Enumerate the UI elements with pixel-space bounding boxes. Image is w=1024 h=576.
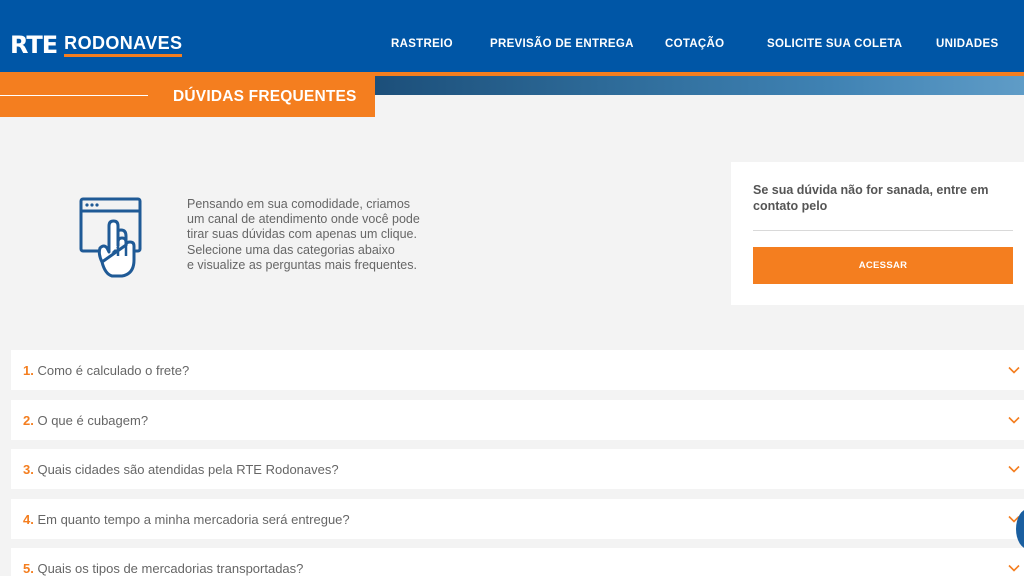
contact-text: Se sua dúvida não for sanada, entre em c… — [753, 183, 989, 213]
faq-question-text: Quais cidades são atendidas pela RTE Rod… — [37, 462, 339, 477]
nav-cotacao[interactable]: COTAÇÃO — [665, 38, 724, 50]
chevron-down-icon — [1008, 465, 1020, 473]
faq-question: 3. Quais cidades são atendidas pela RTE … — [23, 462, 339, 477]
faq-number: 2. — [23, 413, 34, 428]
faq-question: 5. Quais os tipos de mercadorias transpo… — [23, 561, 303, 576]
faq-number: 4. — [23, 512, 34, 527]
nav-unidades[interactable]: UNIDADES — [936, 38, 998, 50]
intro-line: e visualize as perguntas mais frequentes… — [187, 257, 417, 272]
top-navigation-bar: RTE RODONAVES RASTREIO PREVISÃO DE ENTRE… — [0, 0, 1024, 72]
intro-line: Pensando em sua comodidade, criamos — [187, 197, 411, 211]
faq-number: 5. — [23, 561, 34, 576]
access-button[interactable]: ACESSAR — [753, 247, 1013, 284]
faq-question-text: Quais os tipos de mercadorias transporta… — [37, 561, 304, 576]
chevron-down-icon — [1008, 416, 1020, 424]
intro-line: tirar suas dúvidas com apenas um clique. — [187, 227, 417, 242]
intro-line: um canal de atendimento onde você pode — [187, 212, 420, 227]
browser-hand-click-icon — [78, 196, 144, 282]
main-nav: RASTREIO PREVISÃO DE ENTREGA COTAÇÃO SOL… — [0, 38, 1024, 52]
chevron-down-icon — [1008, 366, 1020, 374]
faq-question-text: Como é calculado o frete? — [37, 363, 190, 378]
nav-solicite-sua-coleta[interactable]: SOLICITE SUA COLETA — [767, 38, 902, 50]
page-title-bar: DÚVIDAS FREQUENTES — [0, 76, 375, 117]
faq-question-text: Em quanto tempo a minha mercadoria será … — [37, 512, 350, 527]
chevron-down-icon — [1008, 564, 1020, 572]
faq-item[interactable]: 2. O que é cubagem? — [11, 400, 1024, 440]
nav-rastreio[interactable]: RASTREIO — [391, 38, 453, 50]
intro-description: Pensando em sua comodidade, criamos um c… — [187, 197, 457, 273]
faq-question: 1. Como é calculado o frete? — [23, 363, 189, 378]
contact-divider — [753, 230, 1013, 231]
faq-question: 2. O que é cubagem? — [23, 413, 148, 428]
faq-number: 3. — [23, 462, 34, 477]
page-title: DÚVIDAS FREQUENTES — [173, 88, 357, 105]
faq-question-text: O que é cubagem? — [37, 413, 149, 428]
faq-item[interactable]: 3. Quais cidades são atendidas pela RTE … — [11, 449, 1024, 489]
faq-item[interactable]: 1. Como é calculado o frete? — [11, 350, 1024, 390]
nav-previsao-de-entrega[interactable]: PREVISÃO DE ENTREGA — [490, 38, 634, 50]
faq-question: 4. Em quanto tempo a minha mercadoria se… — [23, 512, 350, 527]
title-rule — [0, 95, 148, 96]
decorative-stripe — [375, 76, 1024, 95]
contact-card: Se sua dúvida não for sanada, entre em c… — [731, 162, 1024, 305]
intro-line: Selecione uma das categorias abaixo — [187, 242, 395, 257]
faq-item[interactable]: 4. Em quanto tempo a minha mercadoria se… — [11, 499, 1024, 539]
faq-number: 1. — [23, 363, 34, 378]
faq-item[interactable]: 5. Quais os tipos de mercadorias transpo… — [11, 548, 1024, 576]
